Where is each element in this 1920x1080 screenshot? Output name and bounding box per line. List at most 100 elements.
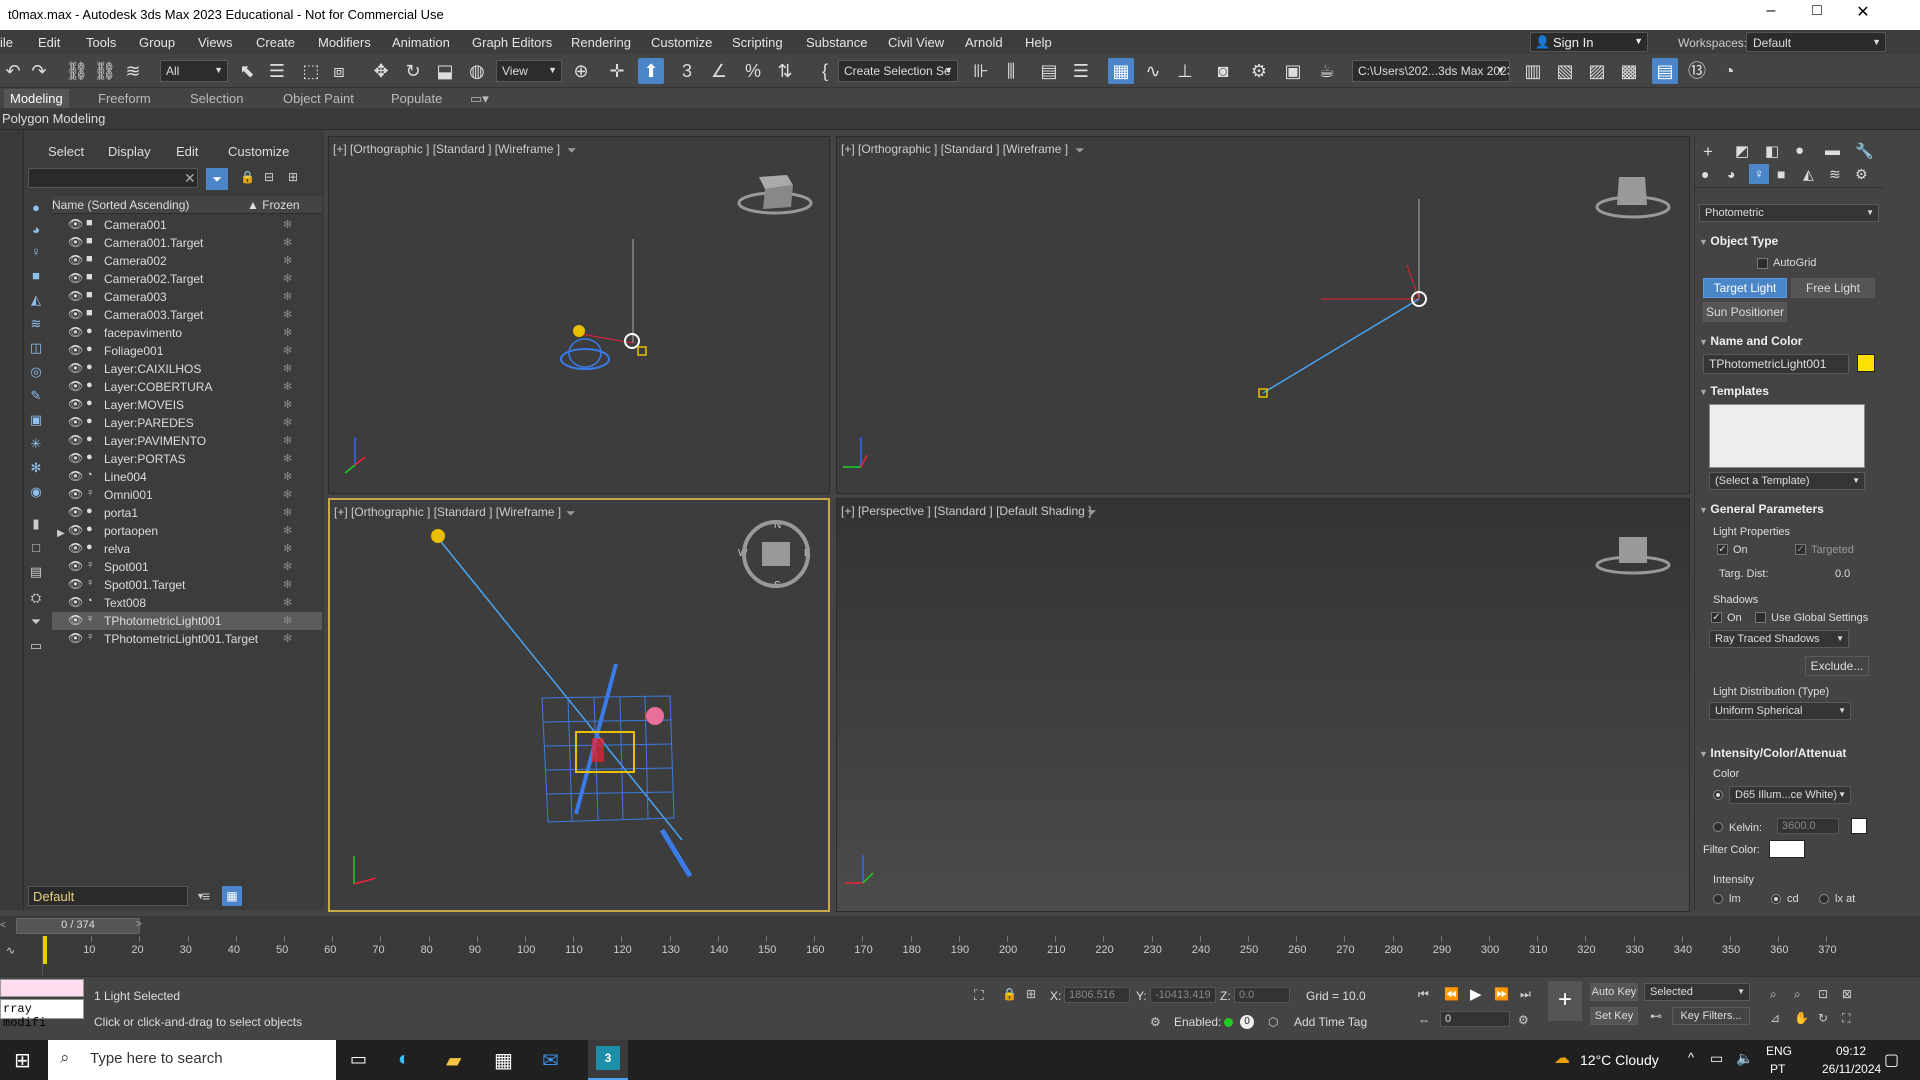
clock-time[interactable]: 09:12 <box>1836 1044 1866 1058</box>
frozen-toggle-icon[interactable]: ✻ <box>283 434 292 447</box>
visibility-eye-icon[interactable]: 👁 <box>68 379 83 393</box>
targ-dist-value[interactable]: 0.0 <box>1835 568 1850 580</box>
bind-space-warp-icon[interactable]: ≋ <box>120 58 146 84</box>
ref-coord-dropdown[interactable]: View ▼ <box>496 60 562 82</box>
time-slider[interactable]: 0 / 374 <box>16 918 140 934</box>
set-key-big-button[interactable]: + <box>1548 981 1582 1021</box>
list-item[interactable]: 👁 ● facepavimento ✻ <box>52 324 322 342</box>
hidden-filter-icon[interactable]: ◉ <box>28 484 44 500</box>
minimize-icon[interactable]: – <box>1748 2 1794 28</box>
isolate-icon[interactable]: ⛶ <box>974 987 984 1004</box>
object-color-swatch[interactable] <box>1857 354 1875 372</box>
viewport-top-right[interactable]: [+] [Orthographic ] [Standard ] [Wirefra… <box>836 136 1690 494</box>
targeted-checkbox[interactable]: ✓ <box>1795 544 1806 555</box>
menu-tools[interactable]: Tools <box>86 35 116 50</box>
list-item[interactable]: 👁 ♀ Spot001 ✻ <box>52 558 322 576</box>
ribbon-toggle-icon[interactable]: ☰ <box>1068 58 1094 84</box>
zoom-all-icon[interactable]: ⌕ <box>1794 987 1801 1002</box>
key-mode-dropdown[interactable]: Selected ▼ <box>1644 983 1750 1001</box>
named-selection-dropdown[interactable]: Create Selection Se ▼ <box>838 60 958 82</box>
orbit-icon[interactable]: ↻ <box>1818 1011 1828 1025</box>
shapes-filter-icon[interactable]: ◕ <box>28 222 44 238</box>
visibility-eye-icon[interactable]: 👁 <box>68 505 83 519</box>
layer-explorer-icon[interactable]: ▤ <box>1036 58 1062 84</box>
frozen-toggle-icon[interactable]: ✻ <box>283 632 292 645</box>
tab-modeling[interactable]: Modeling <box>4 89 69 108</box>
particles-filter-icon[interactable]: ✳ <box>28 436 44 452</box>
groups-filter-icon[interactable]: ◫ <box>28 340 44 356</box>
menu-civil-view[interactable]: Civil View <box>888 35 944 50</box>
visibility-eye-icon[interactable]: 👁 <box>68 415 83 429</box>
cameras-filter-icon[interactable]: ■ <box>28 268 44 284</box>
frozen-toggle-icon[interactable]: ✻ <box>283 524 292 537</box>
store-icon[interactable]: ▦ <box>494 1048 513 1073</box>
enabled-indicator[interactable] <box>1224 1018 1233 1027</box>
frozen-toggle-icon[interactable]: ✻ <box>283 362 292 375</box>
percent-snap-icon[interactable]: % <box>740 58 766 84</box>
viewport-perspective[interactable]: [+] [Perspective ] [Standard ] [Default … <box>836 498 1690 912</box>
filter-color-swatch[interactable] <box>1769 840 1805 858</box>
rotate-icon[interactable]: ↻ <box>400 58 426 84</box>
go-to-end-icon[interactable]: ⏭ <box>1520 987 1531 1002</box>
frozen-toggle-icon[interactable]: ✻ <box>283 416 292 429</box>
frozen-toggle-icon[interactable]: ✻ <box>283 344 292 357</box>
name-color-rollout[interactable]: ▼ Name and Color <box>1699 334 1881 348</box>
zoom-extents-icon[interactable]: ⊡ <box>1818 987 1828 1001</box>
menu-group[interactable]: Group <box>139 35 175 50</box>
systems-category-icon[interactable]: ⚙ <box>1855 166 1868 183</box>
list-item[interactable]: 👁 ● Layer:COBERTURA ✻ <box>52 378 322 396</box>
visibility-eye-icon[interactable]: 👁 <box>68 307 83 321</box>
polygon-modeling-label[interactable]: Polygon Modeling <box>2 111 105 126</box>
tab-selection[interactable]: Selection <box>190 91 243 106</box>
task-view-icon[interactable]: ▭ <box>350 1049 367 1070</box>
frozen-toggle-icon[interactable]: ✻ <box>283 578 292 591</box>
frozen-filter-icon[interactable]: ✻ <box>28 460 44 476</box>
free-light-button[interactable]: Free Light <box>1791 278 1875 298</box>
kelvin-input[interactable]: 3600.0 <box>1777 818 1839 834</box>
frozen-toggle-icon[interactable]: ✻ <box>283 506 292 519</box>
layer-dropdown[interactable]: Default ▼ <box>28 886 205 906</box>
zoom-icon[interactable]: ⌕ <box>1770 987 1777 1002</box>
select-object-icon[interactable]: ⬉ <box>234 58 260 84</box>
template-dropdown[interactable]: (Select a Template) ▼ <box>1709 472 1865 490</box>
close-icon[interactable]: ✕ <box>1840 2 1886 28</box>
weather-text[interactable]: 12°C Cloudy <box>1580 1052 1659 1068</box>
spinner-snap-icon[interactable]: ⇅ <box>772 58 798 84</box>
lights-filter-icon[interactable]: ♀ <box>28 244 44 260</box>
lx-radio[interactable] <box>1819 894 1829 904</box>
visibility-eye-icon[interactable]: 👁 <box>68 361 83 375</box>
time-tag-counter-icon[interactable]: 0 <box>1240 1015 1254 1029</box>
time-config-icon[interactable]: ⚙ <box>1518 1013 1529 1027</box>
explorer-search-input[interactable] <box>28 168 198 188</box>
motion-tab-icon[interactable]: ● <box>1795 142 1804 159</box>
field-of-view-icon[interactable]: ⊿ <box>1770 1011 1780 1025</box>
unlink-icon[interactable]: ⛓ <box>92 58 118 84</box>
edit-named-selection-icon[interactable]: { <box>812 58 838 84</box>
column-frozen[interactable]: ▲ Frozen <box>247 198 300 212</box>
clear-search-icon[interactable]: ✕ <box>184 170 196 187</box>
list-item[interactable]: 👁 ♀ Omni001 ✻ <box>52 486 322 504</box>
time-tag-icon[interactable]: ⬡ <box>1268 1015 1278 1029</box>
expand-arrow-icon[interactable]: ▶ <box>57 528 65 539</box>
project-folder-icon[interactable]: ▩ <box>1616 58 1642 84</box>
menu-graph-editors[interactable]: Graph Editors <box>472 35 552 50</box>
visibility-eye-icon[interactable]: 👁 <box>68 577 83 591</box>
explorer-menu-display[interactable]: Display <box>108 144 151 159</box>
container-icon[interactable]: ▭ <box>28 638 44 654</box>
workspaces-dropdown[interactable]: Default ▼ <box>1746 32 1886 52</box>
visibility-eye-icon[interactable]: 👁 <box>68 433 83 447</box>
frozen-toggle-icon[interactable]: ✻ <box>283 290 292 303</box>
key-filters-button[interactable]: Key Filters... <box>1672 1007 1750 1025</box>
helpers-filter-icon[interactable]: ◭ <box>28 292 44 308</box>
menu-create[interactable]: Create <box>256 35 295 50</box>
auto-key-button[interactable]: Auto Key <box>1590 983 1638 1001</box>
play-icon[interactable]: ▶ <box>1470 985 1482 1003</box>
list-item[interactable]: 👁 ♀ Spot001.Target ✻ <box>52 576 322 594</box>
list-item[interactable]: 👁 ● Layer:PORTAS ✻ <box>52 450 322 468</box>
geometry-category-icon[interactable]: ● <box>1701 166 1709 182</box>
notifications-icon[interactable]: ▢ <box>1884 1050 1899 1070</box>
link-icon[interactable]: ⛓ <box>64 58 90 84</box>
visibility-eye-icon[interactable]: 👁 <box>68 613 83 627</box>
tab-populate[interactable]: Populate <box>391 91 442 106</box>
3dsmax-taskbar-button[interactable]: 3 <box>588 1040 628 1080</box>
